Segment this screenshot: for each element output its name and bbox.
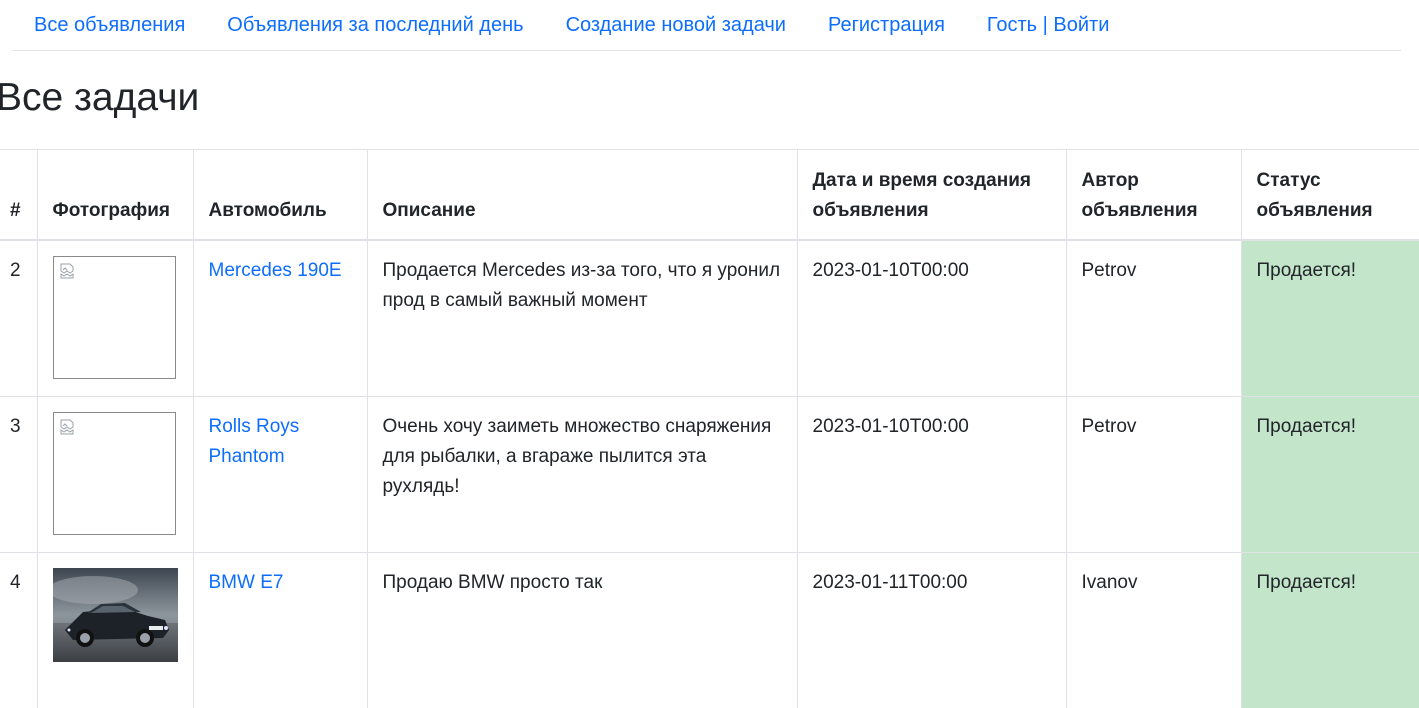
row-created: 2023-01-10T00:00 <box>796 395 1066 552</box>
row-description: Очень хочу заиметь множество снаряжения … <box>366 395 797 552</box>
row-car: Mercedes 190E <box>192 239 367 396</box>
ads-table: # Фотография Автомобиль Описание Дата и … <box>0 149 1419 708</box>
car-link[interactable]: BMW E7 <box>209 572 284 593</box>
car-link[interactable]: Rolls Roys Phantom <box>209 416 300 467</box>
row-number: 2 <box>0 239 37 396</box>
row-status: Продается! <box>1240 239 1419 396</box>
header-car: Автомобиль <box>192 149 367 241</box>
broken-image-icon <box>60 263 73 279</box>
row-number: 3 <box>0 395 37 552</box>
broken-image-placeholder <box>52 256 176 379</box>
row-created: 2023-01-11T00:00 <box>796 551 1066 708</box>
row-car: BMW E7 <box>192 551 367 708</box>
row-status: Продается! <box>1240 551 1419 708</box>
page-title: Все задачи <box>0 76 200 119</box>
car-link[interactable]: Mercedes 190E <box>209 260 342 281</box>
row-author: Petrov <box>1065 395 1241 552</box>
car-photo <box>52 567 178 662</box>
header-status: Статус объявления <box>1240 149 1419 241</box>
header-number: # <box>0 149 37 241</box>
header-author: Автор объявления <box>1065 149 1241 241</box>
header-row: # Фотография Автомобиль Описание Дата и … <box>0 149 1419 241</box>
row-status: Продается! <box>1240 395 1419 552</box>
broken-image-placeholder <box>52 411 176 535</box>
table-row: 3 Rolls Roys Phantom Очень хочу заиметь … <box>0 395 1419 552</box>
table-row: 4 BMW E7 Продаю BMW просто так 2023-01-1… <box>0 551 1419 708</box>
nav-create-task[interactable]: Создание новой задачи <box>545 14 807 37</box>
row-number: 4 <box>0 551 37 708</box>
header-description: Описание <box>366 149 797 241</box>
row-car: Rolls Roys Phantom <box>192 395 367 552</box>
row-photo <box>36 395 193 552</box>
row-description: Продается Mercedes из-за того, что я уро… <box>366 239 797 396</box>
top-nav: Все объявления Объявления за последний д… <box>13 0 1401 51</box>
row-description: Продаю BMW просто так <box>366 551 797 708</box>
row-photo <box>36 239 193 396</box>
header-photo: Фотография <box>36 149 193 241</box>
nav-guest-login[interactable]: Гость | Войти <box>966 14 1130 37</box>
nav-last-day-ads[interactable]: Объявления за последний день <box>206 14 544 37</box>
nav-registration[interactable]: Регистрация <box>807 14 966 37</box>
table-row: 2 Mercedes 190E Продается Mercedes из-за… <box>0 239 1419 396</box>
row-created: 2023-01-10T00:00 <box>796 239 1066 396</box>
row-author: Ivanov <box>1065 551 1241 708</box>
nav-all-ads[interactable]: Все объявления <box>13 14 206 37</box>
row-photo <box>36 551 193 708</box>
row-author: Petrov <box>1065 239 1241 396</box>
broken-image-icon <box>60 419 73 434</box>
table-header: # Фотография Автомобиль Описание Дата и … <box>0 149 1419 241</box>
header-created: Дата и время создания объявления <box>796 149 1066 241</box>
